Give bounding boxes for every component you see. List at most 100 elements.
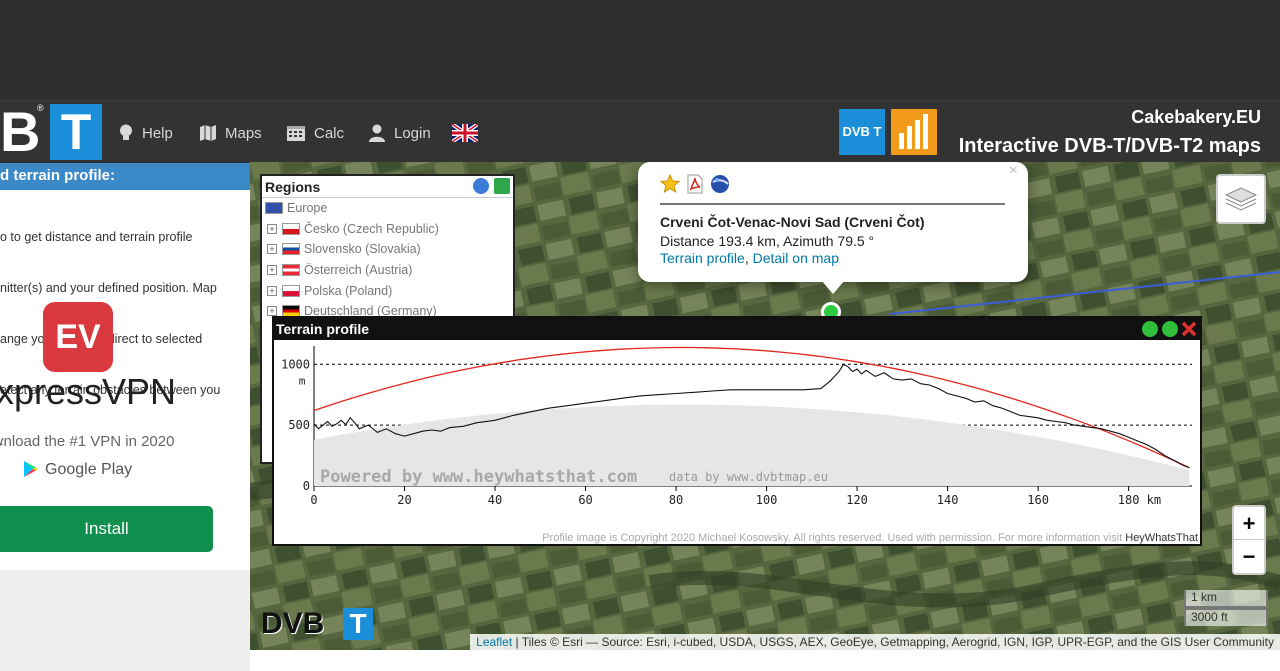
expand-icon[interactable] [494,178,510,194]
ad-tagline: vnload the #1 VPN in 2020 [0,433,175,450]
site-subtitle: Interactive DVB-T/DVB-T2 maps [958,135,1261,157]
zoom-control: + − [1232,505,1266,575]
region-label: Česko (Czech Republic) [304,221,439,236]
scale-bar: 1 km 3000 ft [1184,590,1268,626]
minimize-button[interactable] [1142,321,1158,337]
info-icon[interactable] [473,178,489,194]
flag-icon [282,284,300,297]
profile-copyright: Profile image is Copyright 2020 Michael … [542,532,1198,544]
x-tick-label: 80 [669,493,683,507]
site-name: Cakebakery.EU [1131,107,1261,127]
language-selector[interactable] [452,121,478,145]
expand-plus-icon[interactable]: + [267,244,277,255]
zoom-out-button[interactable]: − [1234,540,1264,573]
google-play-badge[interactable]: Google Play [23,460,132,478]
scale-km: 1 km [1184,590,1268,608]
transmitter-name: Crveni Čot-Venac-Novi Sad (Crveni Čot) [660,214,925,230]
watermark-dvb: DVB [261,607,325,640]
region-root-label: Europe [287,201,328,216]
flag-icon [282,264,300,277]
sidebar-text-line: nitter(s) and your defined position. Map [0,281,217,295]
expand-plus-icon[interactable]: + [267,223,277,234]
x-tick-label: 60 [578,493,592,507]
layers-button[interactable] [1216,174,1266,224]
x-tick-label: 40 [488,493,502,507]
terrain-profile-link[interactable]: Terrain profile [660,250,745,266]
region-item[interactable]: + Česko (Czech Republic) [262,219,513,240]
close-icon[interactable] [1181,321,1197,337]
nav-calc[interactable]: Calc [286,121,344,145]
distance-azimuth: Distance 193.4 km, Azimuth 79.5 ° [660,233,875,249]
heywhatsthat-link[interactable]: HeyWhatsThat [1125,532,1198,544]
signal-bars-icon [899,114,928,149]
popup-close-button[interactable]: × [1009,162,1018,180]
transmitter-popup: × Crveni Čot-Venac-Novi Sad (Crveni Čot)… [638,162,1028,294]
sidebar-text-line: ange your antenna direct to selected [0,332,203,346]
expand-plus-icon[interactable]: + [267,265,277,276]
pdf-icon[interactable] [686,174,704,194]
expressvpn-logo[interactable]: EV [43,302,113,372]
x-tick-label: 0 [310,493,317,507]
map-footer [250,650,1280,671]
detail-on-map-link[interactable]: Detail on map [753,250,839,266]
region-item[interactable]: + Polska (Poland) [262,280,513,301]
expand-plus-icon[interactable]: + [267,285,277,296]
nav-maps[interactable]: Maps [199,121,262,145]
region-item[interactable]: + Slovensko (Slovakia) [262,239,513,260]
leaflet-link[interactable]: Leaflet [476,635,512,649]
navbar: B ® T Help Maps Calc Login DVB T Cakebak… [0,100,1280,162]
top-band [0,0,1280,100]
regions-title: Regions [265,179,321,195]
google-play-icon [24,461,38,477]
watermark-t: T [343,608,373,640]
region-root[interactable]: Europe [262,198,513,219]
layers-icon [1224,187,1258,211]
lightbulb-icon [120,124,132,140]
map-icon [200,125,216,141]
nav-login-label: Login [394,124,431,142]
google-earth-icon[interactable] [710,174,730,194]
x-unit-label: km [1147,493,1161,507]
y-tick-label: 500 [288,418,310,432]
nav-help[interactable]: Help [118,121,173,145]
flag-icon [282,243,300,256]
sidebar-heading: d terrain profile: [0,163,250,190]
eu-flag-icon [265,202,283,215]
x-tick-label: 20 [397,493,411,507]
sidebar-text-line: o to get distance and terrain profile [0,230,193,244]
terrain-header: Terrain profile [274,318,1200,340]
expand-plus-icon[interactable]: + [267,306,277,317]
map-attribution: Leaflet | Tiles © Esri — Source: Esri, i… [470,634,1280,650]
terrain-title: Terrain profile [276,321,370,337]
zoom-in-button[interactable]: + [1234,507,1264,540]
ad-app-name[interactable]: xpressVPN [0,374,176,410]
region-item[interactable]: + Österreich (Austria) [262,260,513,281]
site-logo[interactable]: B ® T [0,103,104,160]
scale-ft: 3000 ft [1184,608,1268,626]
maximize-button[interactable] [1162,321,1178,337]
user-icon [369,124,385,142]
map-watermark-logo: DVB T [261,608,373,640]
install-button[interactable]: Install [0,506,213,552]
sidebar: d terrain profile: o to get distance and… [0,163,250,671]
flag-icon [282,222,300,235]
logo-letter-t: T [50,104,102,160]
favorite-star-icon[interactable] [660,174,680,194]
x-tick-label: 140 [937,493,959,507]
x-tick-label: 180 [1118,493,1140,507]
x-tick-label: 100 [756,493,778,507]
calendar-icon [287,126,305,141]
terrain-profile-chart: 0 500 1000 m 0 20 40 60 80 100 120 140 160 180 km Power… [281,346,1192,507]
x-tick-label: 160 [1027,493,1049,507]
uk-flag-icon [452,124,478,142]
nav-login[interactable]: Login [368,121,431,145]
popup-divider [660,203,1005,205]
signal-bars-logo [891,109,937,155]
google-play-label: Google Play [45,460,133,478]
map-view[interactable]: Regions Europe + Česko (Czech Republic) … [250,162,1280,650]
nav-calc-label: Calc [314,124,345,142]
popup-icons [660,174,730,194]
terrain-profile-window: Terrain profile 0 500 1000 m 0 20 40 60 80 100 120… [272,316,1202,546]
nav-maps-label: Maps [225,124,262,142]
y-unit-label: m [299,374,306,387]
